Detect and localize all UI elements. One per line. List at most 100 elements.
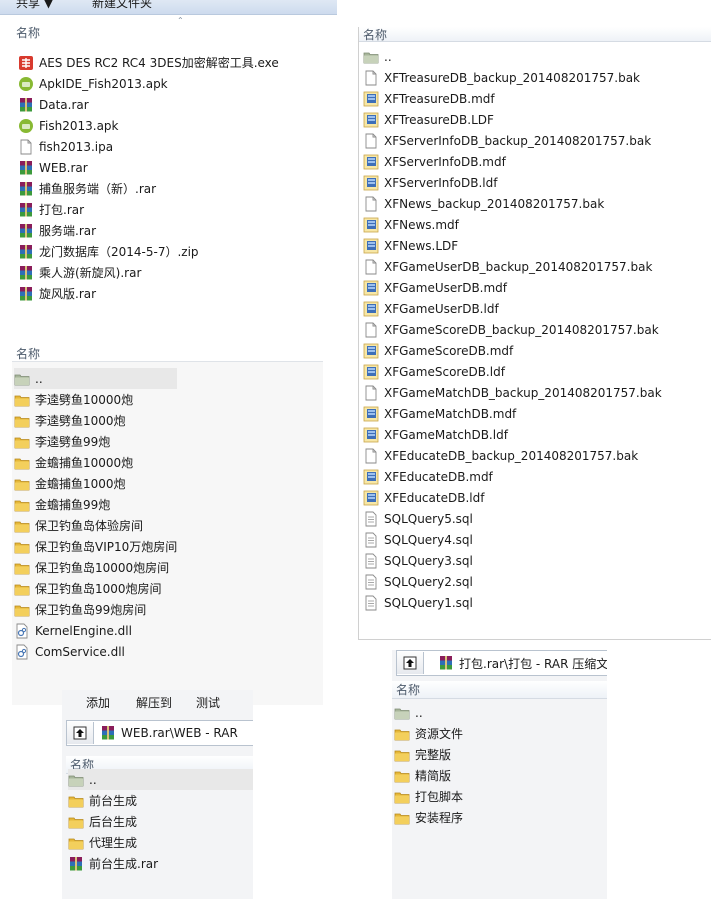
file-row[interactable]: SQLQuery3.sql (363, 550, 662, 571)
file-row[interactable]: 服务端.rar (18, 220, 279, 241)
column-header-name[interactable]: 名称 (16, 24, 40, 41)
file-row[interactable]: Fish2013.apk (18, 115, 279, 136)
file-row[interactable]: XFTreasureDB.LDF (363, 109, 662, 130)
file-row[interactable]: XFGameMatchDB.ldf (363, 424, 662, 445)
file-row[interactable]: Data.rar (18, 94, 279, 115)
file-name: .. (35, 371, 43, 386)
parent-directory-row[interactable]: .. (363, 46, 662, 67)
db-icon (363, 301, 379, 317)
file-row[interactable]: 捕鱼服务端（新）.rar (18, 178, 279, 199)
file-row[interactable]: 金蟾捕鱼1000炮 (14, 473, 177, 494)
file-row[interactable]: 前台生成.rar (68, 853, 253, 874)
file-name: Data.rar (39, 97, 89, 112)
path-text: WEB.rar\WEB - RAR (121, 726, 238, 740)
file-row[interactable]: XFGameMatchDB_backup_201408201757.bak (363, 382, 662, 403)
file-row[interactable]: 安装程序 (394, 807, 607, 828)
file-row[interactable]: XFNews_backup_201408201757.bak (363, 193, 662, 214)
file-row[interactable]: XFNews.LDF (363, 235, 662, 256)
file-row[interactable]: 李逵劈鱼10000炮 (14, 389, 177, 410)
column-header-name[interactable]: 名称 (359, 27, 711, 42)
column-header-name[interactable]: 名称 (12, 345, 323, 362)
file-row[interactable]: SQLQuery5.sql (363, 508, 662, 529)
file-row[interactable]: 李逵劈鱼1000炮 (14, 410, 177, 431)
file-row[interactable]: 保卫钓鱼岛99炮房间 (14, 599, 177, 620)
file-name: 打包.rar (39, 203, 85, 217)
file-row[interactable]: 李逵劈鱼99炮 (14, 431, 177, 452)
file-row[interactable]: 打包.rar (18, 199, 279, 220)
file-row[interactable]: 旋风版.rar (18, 283, 279, 304)
file-row[interactable]: XFServerInfoDB_backup_201408201757.bak (363, 130, 662, 151)
file-row[interactable]: ApkIDE_Fish2013.apk (18, 73, 279, 94)
folder-icon (394, 789, 410, 805)
file-row[interactable]: SQLQuery1.sql (363, 592, 662, 613)
file-row[interactable]: XFGameScoreDB.ldf (363, 361, 662, 382)
folder-icon (14, 455, 30, 471)
file-row[interactable]: AES DES RC2 RC4 3DES加密解密工具.exe (18, 52, 279, 73)
parent-directory-row[interactable]: .. (394, 702, 607, 723)
file-row[interactable]: XFGameScoreDB_backup_201408201757.bak (363, 319, 662, 340)
file-row[interactable]: 保卫钓鱼岛体验房间 (14, 515, 177, 536)
file-name: 李逵劈鱼99炮 (35, 435, 111, 449)
file-row[interactable]: SQLQuery4.sql (363, 529, 662, 550)
file-row[interactable]: 保卫钓鱼岛1000炮房间 (14, 578, 177, 599)
file-name: XFNews_backup_201408201757.bak (384, 196, 605, 211)
file-row[interactable]: XFGameUserDB_backup_201408201757.bak (363, 256, 662, 277)
file-row[interactable]: WEB.rar (18, 157, 279, 178)
file-row[interactable]: fish2013.ipa (18, 136, 279, 157)
file-row[interactable]: XFGameMatchDB.mdf (363, 403, 662, 424)
file-row[interactable]: XFServerInfoDB.mdf (363, 151, 662, 172)
file-row[interactable]: XFGameUserDB.mdf (363, 277, 662, 298)
new-folder-button[interactable]: 新建文件夹 (92, 0, 152, 14)
folder-icon (14, 581, 30, 597)
file-name: 打包脚本 (415, 790, 464, 804)
file-name: 金蟾捕鱼10000炮 (35, 456, 134, 470)
file-row[interactable]: XFEducateDB.ldf (363, 487, 662, 508)
file-row[interactable]: 后台生成 (68, 811, 253, 832)
file-row[interactable]: 前台生成 (68, 790, 253, 811)
file-row[interactable]: XFTreasureDB.mdf (363, 88, 662, 109)
file-row[interactable]: SQLQuery2.sql (363, 571, 662, 592)
file-row[interactable]: XFServerInfoDB.ldf (363, 172, 662, 193)
test-button[interactable]: 测试 (196, 692, 220, 714)
file-name: XFGameMatchDB.ldf (384, 427, 508, 442)
file-row[interactable]: 金蟾捕鱼10000炮 (14, 452, 177, 473)
db-icon (363, 91, 379, 107)
file-name: KernelEngine.dll (35, 623, 132, 638)
file-name: XFGameScoreDB.ldf (384, 364, 505, 379)
file-row[interactable]: 代理生成 (68, 832, 253, 853)
parent-directory-row[interactable]: .. (68, 769, 253, 790)
file-name: 保卫钓鱼岛10000炮房间 (35, 561, 170, 575)
file-row[interactable]: XFNews.mdf (363, 214, 662, 235)
parent-directory-row[interactable]: .. (14, 368, 178, 389)
file-row[interactable]: 资源文件 (394, 723, 607, 744)
file-row[interactable]: ComService.dll (14, 641, 177, 662)
file-name: 后台生成 (89, 815, 138, 829)
file-row[interactable]: 精简版 (394, 765, 607, 786)
file-row[interactable]: XFGameScoreDB.mdf (363, 340, 662, 361)
share-button[interactable]: 共享 ▼ (16, 0, 53, 14)
file-row[interactable]: 完整版 (394, 744, 607, 765)
db-icon (363, 112, 379, 128)
apk-icon (18, 76, 34, 92)
document-icon (18, 139, 34, 155)
up-folder-button[interactable] (67, 722, 94, 744)
file-row[interactable]: 打包脚本 (394, 786, 607, 807)
up-folder-button[interactable] (397, 652, 424, 674)
file-name: 金蟾捕鱼1000炮 (35, 477, 126, 491)
file-row[interactable]: 保卫钓鱼岛10000炮房间 (14, 557, 177, 578)
parent-folder-icon (394, 705, 410, 721)
column-header-name[interactable]: 名称 (392, 681, 607, 699)
file-row[interactable]: XFEducateDB.mdf (363, 466, 662, 487)
extract-to-button[interactable]: 解压到 (136, 692, 172, 714)
file-name: 前台生成.rar (89, 857, 159, 871)
add-button[interactable]: 添加 (86, 692, 110, 714)
file-row[interactable]: 龙门数据库（2014-5-7）.zip (18, 241, 279, 262)
file-row[interactable]: XFGameUserDB.ldf (363, 298, 662, 319)
file-row[interactable]: 金蟾捕鱼99炮 (14, 494, 177, 515)
rar-icon (18, 181, 34, 197)
file-row[interactable]: XFTreasureDB_backup_201408201757.bak (363, 67, 662, 88)
file-row[interactable]: XFEducateDB_backup_201408201757.bak (363, 445, 662, 466)
file-row[interactable]: 保卫钓鱼岛VIP10万炮房间 (14, 536, 177, 557)
file-row[interactable]: 乘人游(新旋风).rar (18, 262, 279, 283)
file-row[interactable]: KernelEngine.dll (14, 620, 177, 641)
